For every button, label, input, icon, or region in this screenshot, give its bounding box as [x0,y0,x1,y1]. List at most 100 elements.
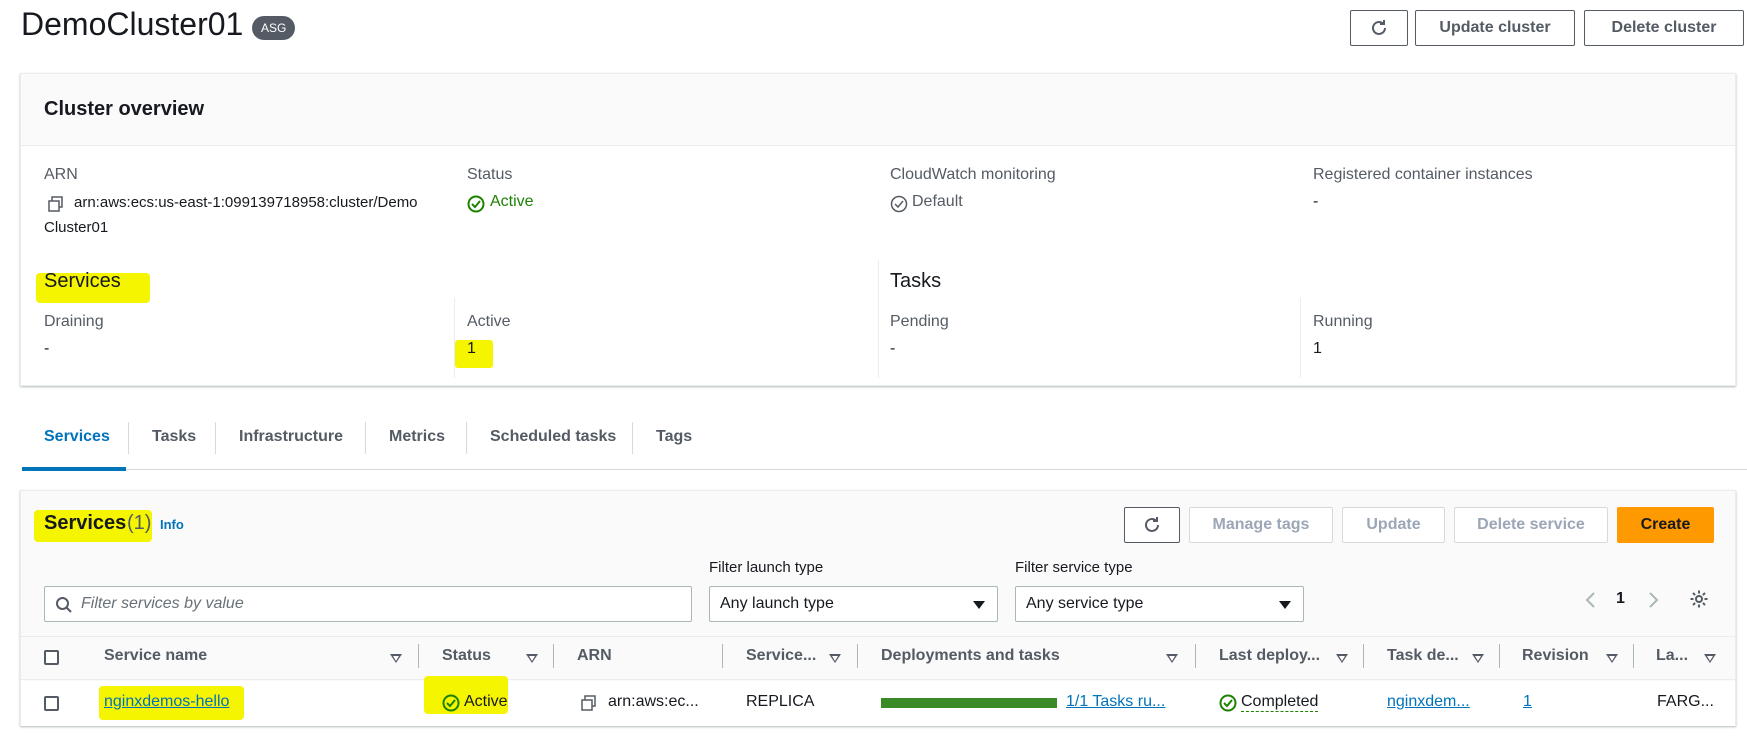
tab-tags[interactable]: Tags [656,428,692,446]
create-service-button[interactable]: Create [1617,507,1714,543]
active-label: Active [467,313,511,330]
refresh-services-button[interactable] [1124,507,1180,543]
refresh-button[interactable] [1350,10,1408,46]
arn-value-line1: arn:aws:ecs:us-east-1:099139718958:clust… [74,194,418,211]
sort-icon[interactable] [526,654,538,663]
tab-scheduled-tasks[interactable]: Scheduled tasks [490,428,616,446]
copy-icon[interactable] [581,695,597,711]
success-icon [442,694,460,712]
row-status: Active [464,693,508,710]
tab-divider [215,422,216,454]
col-service-type[interactable]: Service... [746,647,816,665]
tab-tasks[interactable]: Tasks [152,428,196,446]
arn-value-line2: Cluster01 [44,219,109,236]
running-label: Running [1313,313,1373,330]
sort-icon[interactable] [829,654,841,663]
column-divider [553,644,554,668]
caret-down-icon [973,601,985,609]
sort-icon[interactable] [390,654,402,663]
delete-cluster-button[interactable]: Delete cluster [1584,10,1744,46]
col-launch-type[interactable]: La... [1656,647,1688,665]
tab-infrastructure[interactable]: Infrastructure [239,428,343,446]
draining-label: Draining [44,313,104,330]
sort-icon[interactable] [1606,654,1618,663]
column-divider [1195,644,1196,668]
sort-icon[interactable] [1704,654,1716,663]
page-title: DemoCluster01 [21,6,244,42]
col-task-definition[interactable]: Task de... [1387,647,1459,665]
page-number[interactable]: 1 [1616,590,1625,608]
refresh-icon [1372,20,1386,35]
update-cluster-button[interactable]: Update cluster [1415,10,1575,46]
search-field[interactable]: Filter services by value [44,586,692,622]
col-status[interactable]: Status [442,647,491,665]
tasks-heading: Tasks [890,270,942,292]
caret-down-icon [1279,601,1291,609]
pending-value: - [890,340,896,357]
info-link[interactable]: Info [160,517,184,532]
pending-label: Pending [890,313,949,330]
gear-icon[interactable] [1689,589,1709,609]
deployment-progress-fill [881,698,1057,708]
running-value: 1 [1313,340,1322,357]
chevron-left-icon[interactable] [1584,590,1598,610]
launch-type-value: Any launch type [720,595,834,612]
refresh-icon [1145,517,1159,532]
col-revision[interactable]: Revision [1522,647,1589,665]
col-service-name[interactable]: Service name [104,647,207,665]
column-divider [722,644,723,668]
sort-icon[interactable] [1166,654,1178,663]
active-value: 1 [467,340,476,357]
table-row [21,681,1735,726]
service-name-link[interactable]: nginxdemos-hello [104,693,229,711]
default-check-icon [890,195,908,218]
services-heading: Services [44,270,121,292]
col-arn[interactable]: ARN [577,647,612,665]
row-launch-type: FARG... [1657,693,1714,710]
filter-service-label: Filter service type [1015,559,1133,576]
tasks-running-link[interactable]: 1/1 Tasks ru... [1066,693,1165,711]
column-divider [857,644,858,668]
registered-instances-value: - [1313,193,1319,210]
cloudwatch-value: Default [912,193,963,210]
asg-badge: ASG [252,16,296,40]
task-definition-link[interactable]: nginxdem... [1387,693,1470,711]
launch-type-select[interactable]: Any launch type [709,586,998,622]
sort-icon[interactable] [1336,654,1348,663]
overview-header: Cluster overview [21,74,1735,146]
manage-tags-button[interactable]: Manage tags [1189,507,1333,543]
column-divider [418,644,419,668]
tab-divider [632,422,633,454]
sort-icon[interactable] [1472,654,1484,663]
service-type-value: Any service type [1026,595,1144,612]
arn-label: ARN [44,166,78,183]
tab-divider [365,422,366,454]
status-value: Active [490,193,534,210]
row-last-deployment[interactable]: Completed [1241,693,1319,712]
chevron-right-icon[interactable] [1646,590,1660,610]
tab-services[interactable]: Services [44,428,110,446]
service-type-select[interactable]: Any service type [1015,586,1304,622]
overview-heading: Cluster overview [44,98,205,120]
copy-icon[interactable] [48,196,64,217]
col-last-deployment[interactable]: Last deploy... [1219,647,1320,665]
revision-link[interactable]: 1 [1523,693,1532,711]
active-tab-indicator [22,467,126,471]
status-success-icon [467,195,485,218]
services-count: (1) [127,512,152,534]
registered-instances-label: Registered container instances [1313,166,1533,183]
update-service-button[interactable]: Update [1342,507,1445,543]
col-deployments[interactable]: Deployments and tasks [881,647,1060,665]
delete-service-button[interactable]: Delete service [1454,507,1608,543]
success-icon [1219,694,1237,712]
search-icon [56,597,72,613]
row-checkbox[interactable] [44,696,59,711]
tab-divider [128,422,129,454]
column-divider [1499,644,1500,668]
status-label: Status [467,166,513,183]
cloudwatch-label: CloudWatch monitoring [890,166,1056,183]
search-placeholder: Filter services by value [81,595,244,612]
tab-metrics[interactable]: Metrics [389,428,445,446]
row-arn: arn:aws:ec... [608,693,699,710]
select-all-checkbox[interactable] [44,650,59,665]
